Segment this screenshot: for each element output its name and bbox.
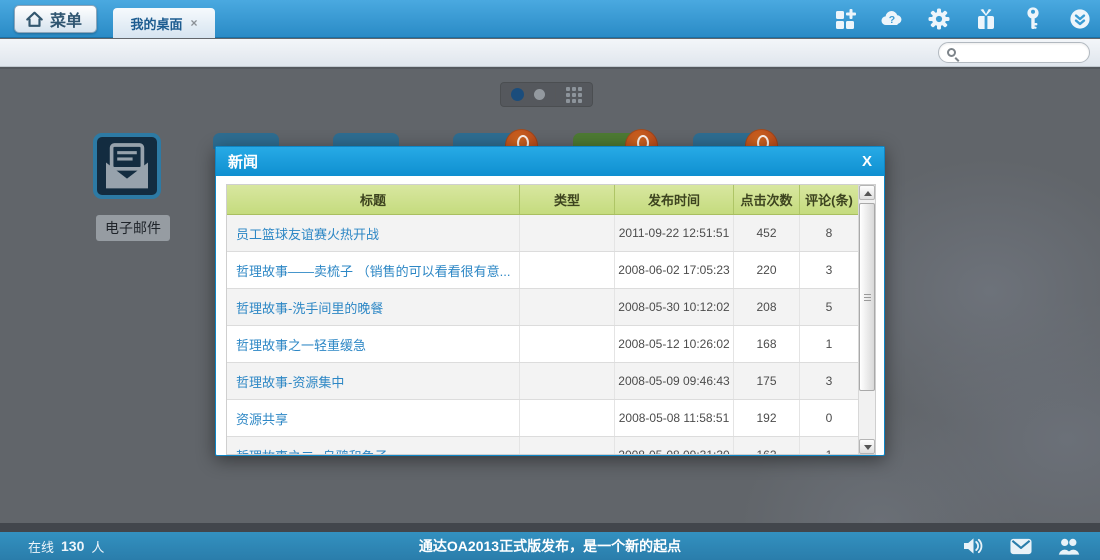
news-link[interactable]: 哲理故事之一轻重缓急 bbox=[236, 335, 366, 354]
table-header-row: 标题 类型 发布时间 点击次数 评论(条) bbox=[227, 185, 858, 215]
email-app-icon[interactable] bbox=[93, 133, 161, 199]
column-header-type: 类型 bbox=[520, 185, 615, 214]
menu-button[interactable]: 菜单 bbox=[14, 5, 97, 33]
table-row: 员工篮球友谊赛火热开战 2011-09-22 12:51:51 452 8 bbox=[227, 215, 858, 252]
news-link[interactable]: 哲理故事——卖梳子 （销售的可以看看很有意... bbox=[236, 261, 510, 280]
table-row: 资源共享 2008-05-08 11:58:51 192 0 bbox=[227, 400, 858, 437]
dialog-close-icon[interactable]: X bbox=[862, 154, 872, 169]
settings-gear-icon[interactable] bbox=[927, 7, 951, 31]
statusbar-message: 通达OA2013正式版发布，是一个新的起点 bbox=[0, 532, 1100, 560]
topbar: 菜单 我的桌面 × ? bbox=[0, 0, 1100, 38]
dialog-body: 标题 类型 发布时间 点击次数 评论(条) 员工篮球友谊赛火热开战 2011-0… bbox=[216, 176, 884, 455]
apps-add-icon[interactable] bbox=[833, 7, 857, 31]
grid-view-icon[interactable] bbox=[566, 87, 582, 103]
news-table: 标题 类型 发布时间 点击次数 评论(条) 员工篮球友谊赛火热开战 2011-0… bbox=[226, 184, 876, 455]
tab-label: 我的桌面 bbox=[130, 14, 182, 33]
pager-dot-active[interactable] bbox=[511, 88, 524, 101]
news-link[interactable]: 哲理故事之二--乌鸦和兔子 bbox=[236, 446, 388, 456]
dialog-header[interactable]: 新闻 X bbox=[216, 147, 884, 176]
statusbar: 通达OA2013正式版发布，是一个新的起点 在线 130 人 bbox=[0, 532, 1100, 560]
speaker-icon[interactable] bbox=[962, 535, 984, 557]
help-cloud-icon[interactable]: ? bbox=[880, 7, 904, 31]
column-header-comments: 评论(条) bbox=[800, 185, 858, 214]
table-row: 哲理故事-洗手间里的晚餐 2008-05-30 10:12:02 208 5 bbox=[227, 289, 858, 326]
table-row: 哲理故事——卖梳子 （销售的可以看看很有意... 2008-06-02 17:0… bbox=[227, 252, 858, 289]
online-count: 130 bbox=[61, 538, 84, 554]
email-app-label: 电子邮件 bbox=[96, 215, 170, 241]
pager-dot[interactable] bbox=[534, 89, 545, 100]
scroll-up-icon[interactable] bbox=[859, 185, 875, 200]
key-icon[interactable] bbox=[1021, 7, 1045, 31]
news-dialog: 新闻 X 标题 类型 发布时间 点击次数 评论(条) 员工篮球友谊赛火热开战 2… bbox=[215, 146, 885, 456]
search-icon bbox=[947, 48, 956, 57]
news-link[interactable]: 哲理故事-洗手间里的晚餐 bbox=[236, 298, 383, 317]
users-icon[interactable] bbox=[1058, 535, 1080, 557]
gift-icon[interactable] bbox=[974, 7, 998, 31]
online-counter: 在线 130 人 bbox=[28, 532, 104, 560]
news-link[interactable]: 哲理故事-资源集中 bbox=[236, 372, 344, 391]
collapse-icon[interactable] bbox=[1068, 7, 1092, 31]
column-header-time: 发布时间 bbox=[615, 185, 734, 214]
menu-button-label: 菜单 bbox=[50, 7, 82, 31]
news-link[interactable]: 员工篮球友谊赛火热开战 bbox=[236, 224, 379, 243]
table-row: 哲理故事之二--乌鸦和兔子 2008-05-08 09:31:30 162 1 bbox=[227, 437, 858, 455]
dialog-title: 新闻 bbox=[228, 151, 258, 172]
scroll-down-icon[interactable] bbox=[859, 439, 875, 454]
online-label: 在线 bbox=[28, 537, 54, 556]
tab-close-icon[interactable]: × bbox=[191, 17, 198, 29]
mail-icon[interactable] bbox=[1010, 535, 1032, 557]
search-input[interactable] bbox=[962, 46, 1072, 60]
tab-my-desktop[interactable]: 我的桌面 × bbox=[113, 8, 215, 38]
sub-toolbar bbox=[0, 39, 1100, 67]
online-unit: 人 bbox=[91, 537, 104, 556]
svg-text:?: ? bbox=[889, 14, 895, 26]
statusbar-icon-group bbox=[962, 532, 1080, 560]
table-row: 哲理故事之一轻重缓急 2008-05-12 10:26:02 168 1 bbox=[227, 326, 858, 363]
scrollbar-thumb[interactable] bbox=[859, 203, 875, 391]
desktop-pager bbox=[500, 82, 593, 107]
column-header-clicks: 点击次数 bbox=[734, 185, 800, 214]
search-box[interactable] bbox=[938, 42, 1090, 63]
news-link[interactable]: 资源共享 bbox=[236, 409, 288, 428]
table-row: 哲理故事-资源集中 2008-05-09 09:46:43 175 3 bbox=[227, 363, 858, 400]
topbar-icon-group: ? bbox=[833, 0, 1092, 38]
scrollbar[interactable] bbox=[858, 185, 875, 454]
home-icon bbox=[25, 10, 44, 29]
pager-divider bbox=[555, 86, 556, 103]
column-header-title: 标题 bbox=[227, 185, 520, 214]
